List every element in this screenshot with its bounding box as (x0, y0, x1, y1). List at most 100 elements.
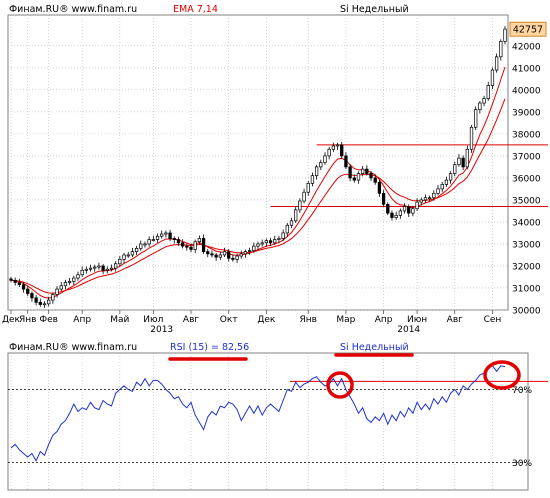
candle-body (126, 254, 130, 257)
candle-body (310, 175, 315, 184)
price-x-tick-label: Фев (39, 315, 58, 325)
candle-body (76, 274, 80, 279)
candle-body (101, 265, 105, 271)
rsi-plot-area (7, 352, 529, 491)
price-x-tick-label: Янв (19, 315, 36, 325)
candle-body (147, 239, 151, 245)
candle-body (294, 209, 298, 222)
candle-body (448, 173, 453, 181)
candle-body (172, 238, 176, 240)
candle-body (411, 208, 415, 214)
candle-body (176, 239, 181, 244)
candle-body (130, 251, 135, 256)
candle-body (51, 294, 55, 301)
candle-body (227, 251, 231, 259)
candle-body (356, 173, 361, 181)
rsi-indicator-label: RSI (15) = 82,56 (170, 342, 249, 353)
price-x-tick-label: Мар (336, 315, 355, 325)
candle-body (17, 282, 22, 286)
candle-body (55, 288, 59, 295)
candle-body (21, 284, 26, 290)
price-y-tick-label: 33000 (512, 240, 541, 250)
candle-body (469, 126, 474, 150)
candle-body (486, 85, 490, 100)
candle-body (30, 293, 34, 299)
candle-body (260, 242, 264, 245)
price-x-tick-label: Авг (183, 315, 199, 325)
candle-body (42, 303, 47, 306)
price-y-tick-label: 34000 (512, 218, 541, 228)
price-y-tick-label: 38000 (512, 130, 541, 140)
candle-body (210, 253, 214, 256)
candle-body (377, 181, 382, 194)
candle-body (151, 239, 155, 241)
candle-body (478, 102, 482, 111)
candle-body (80, 270, 84, 276)
candle-body (419, 199, 423, 203)
candle-body (218, 254, 222, 258)
candle-body (256, 243, 260, 247)
candle-body (298, 200, 302, 211)
price-source-label: Финам.RU® www.finam.ru (9, 4, 137, 15)
candle-body (461, 157, 465, 168)
candle-body (222, 251, 227, 256)
candle-body (494, 56, 499, 71)
candle-body (160, 233, 164, 237)
candle-body (432, 192, 436, 199)
candle-body (264, 240, 269, 244)
price-y-tick-label: 41000 (512, 64, 541, 74)
last-price-tag: 42757 (509, 21, 547, 37)
candle-body (444, 179, 449, 185)
candle-body (423, 197, 428, 201)
candle-body (268, 240, 273, 244)
candle-body (436, 188, 440, 194)
rsi-y-tick-label: 70% (512, 386, 532, 396)
candle-body (139, 243, 143, 249)
candle-body (373, 177, 377, 183)
candle-body (243, 251, 248, 255)
instrument-label: Si Недельный (340, 4, 409, 15)
candle-body (402, 206, 407, 212)
candle-body (214, 254, 218, 258)
rsi-instrument-label: Si Недельный (340, 342, 409, 353)
candle-body (344, 155, 348, 168)
candle-body (247, 250, 252, 253)
price-x-tick-label: Апр (73, 315, 91, 325)
price-x-tick-label: Май (110, 315, 129, 325)
candle-body (201, 238, 206, 253)
price-x-tick-label: Сен (484, 315, 502, 325)
price-x-tick-label: Дек (257, 315, 276, 325)
candle-body (189, 246, 193, 250)
price-x-tick-label: Авг (447, 315, 463, 325)
candle-body (164, 232, 168, 235)
price-x-tick-label: Апр (375, 315, 393, 325)
candle-body (386, 203, 390, 214)
candle-body (285, 224, 289, 234)
candle-body (482, 98, 486, 104)
price-y-tick-label: 35000 (512, 196, 541, 206)
price-x-tick-label: Янв (300, 315, 317, 325)
candle-body (180, 242, 185, 247)
price-x-tick-label: Окт (220, 315, 238, 325)
candle-body (155, 235, 160, 240)
candle-body (197, 238, 202, 243)
chart-canvas: 30000 31000 32000 33000 34000 35000 36000 37000… (0, 0, 550, 498)
candle-body (415, 201, 419, 210)
candle-body (281, 232, 285, 239)
price-x-tick-label: Июн (407, 315, 427, 325)
price-x-tick-label: Июл (143, 315, 163, 325)
candle-body (105, 268, 109, 271)
candle-body (348, 166, 352, 179)
candle-body (319, 162, 323, 168)
candle-body (63, 282, 68, 287)
price-year-label: 2013 (150, 325, 173, 335)
candle-body (206, 251, 210, 255)
candle-body (235, 255, 239, 260)
candle-body (440, 184, 444, 190)
candle-body (38, 301, 42, 305)
candle-body (327, 148, 331, 157)
price-y-tick-label: 31000 (512, 284, 541, 294)
candle-body (331, 145, 336, 150)
price-year-label: 2014 (397, 325, 420, 335)
candle-body (335, 144, 340, 147)
